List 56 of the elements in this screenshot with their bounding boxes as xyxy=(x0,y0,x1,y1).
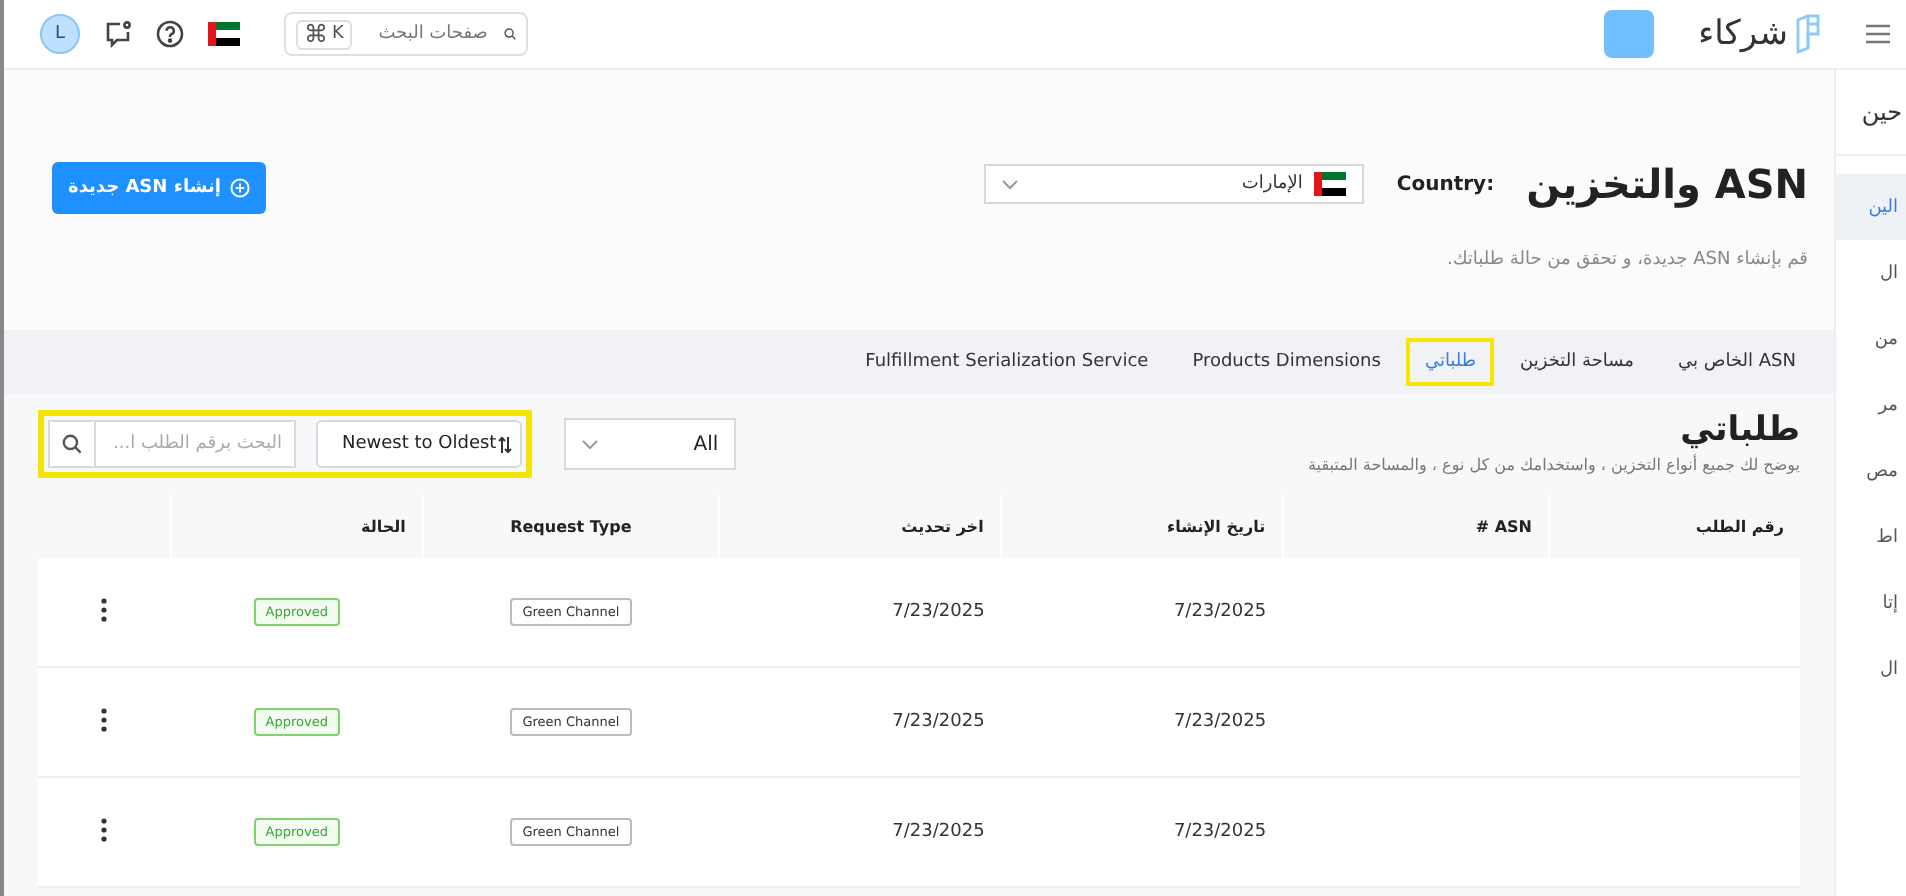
page-subtitle: قم بإنشاء ASN جديدة، و تحقق من حالة طلباتك. xyxy=(1444,250,1808,270)
plus-circle-icon xyxy=(230,178,251,198)
sort-icon xyxy=(498,435,513,453)
search-icon xyxy=(503,24,516,44)
tab[interactable]: ASN الخاص بي xyxy=(1659,338,1814,386)
search-button[interactable] xyxy=(48,420,96,468)
country-label: Country: xyxy=(1396,173,1495,195)
more-options-icon[interactable] xyxy=(100,597,109,621)
search-input[interactable]: صفحات البحث xyxy=(363,22,492,46)
more-options-icon[interactable] xyxy=(100,817,109,841)
status-filter-select[interactable]: All xyxy=(564,418,737,470)
panel-item[interactable]: من xyxy=(1836,306,1906,372)
table-cell: 7/23/2025 xyxy=(1000,558,1283,667)
column-header: رقم الطلب xyxy=(1548,494,1800,558)
chevron-down-icon xyxy=(582,439,599,449)
search-icon xyxy=(62,434,82,454)
help-icon[interactable] xyxy=(156,20,184,48)
uae-flag-icon xyxy=(208,22,240,46)
avatar[interactable]: L xyxy=(40,14,80,54)
more-options-icon[interactable] xyxy=(100,707,109,731)
shortcut-badge: ⌘ K xyxy=(296,19,352,49)
panel-item[interactable]: الين xyxy=(1836,174,1906,240)
image-placeholder xyxy=(1604,10,1655,58)
panel-item[interactable]: ال xyxy=(1836,636,1906,702)
tab[interactable]: Fulfillment Serialization Service xyxy=(847,338,1167,386)
panel-item[interactable]: مص xyxy=(1836,438,1906,504)
panel-item[interactable]: ال xyxy=(1836,240,1906,306)
tab[interactable]: Products Dimensions xyxy=(1174,338,1399,386)
tab[interactable]: طلباتي xyxy=(1406,338,1495,386)
column-header: الحالة xyxy=(170,494,423,558)
logo-icon xyxy=(1794,14,1822,54)
menu-icon[interactable] xyxy=(1866,24,1890,44)
column-header: اخر تحديث xyxy=(719,494,1001,558)
panel-item[interactable]: اط xyxy=(1836,504,1906,570)
panel-item[interactable]: مر xyxy=(1836,372,1906,438)
tab[interactable]: مساحة التخزين xyxy=(1502,338,1652,386)
section-title: طلباتي xyxy=(1678,410,1800,450)
logo-text: شركاء xyxy=(1698,14,1788,54)
chevron-down-icon xyxy=(1002,179,1019,189)
panel-item[interactable]: إتا xyxy=(1836,570,1906,636)
section-description: يوضح لك جميع أنواع التخزين ، واستخدامك من كل نوع ، والمساحة المتبقية xyxy=(1308,456,1800,474)
column-header: ASN # xyxy=(1282,494,1549,558)
country-select[interactable]: الإمارات xyxy=(984,164,1365,204)
table-cell: 7/23/2025 xyxy=(719,667,1001,777)
uae-flag-icon xyxy=(1314,172,1347,196)
panel-title: حين xyxy=(1836,70,1906,156)
column-header: تاريخ الإنشاء xyxy=(1000,494,1283,558)
table-cell: 7/23/2025 xyxy=(719,777,1001,887)
table-cell: 7/23/2025 xyxy=(1000,777,1283,887)
search-field[interactable]: البحث برقم الطلب ا... xyxy=(96,420,296,468)
page-title: ASN والتخزين xyxy=(1526,160,1808,208)
table-cell: 7/23/2025 xyxy=(1000,667,1283,777)
chat-icon[interactable] xyxy=(104,20,132,48)
table-cell: 7/23/2025 xyxy=(719,558,1001,667)
sort-button[interactable]: Newest to Oldest xyxy=(316,420,523,468)
column-header: Request Type xyxy=(422,494,720,558)
